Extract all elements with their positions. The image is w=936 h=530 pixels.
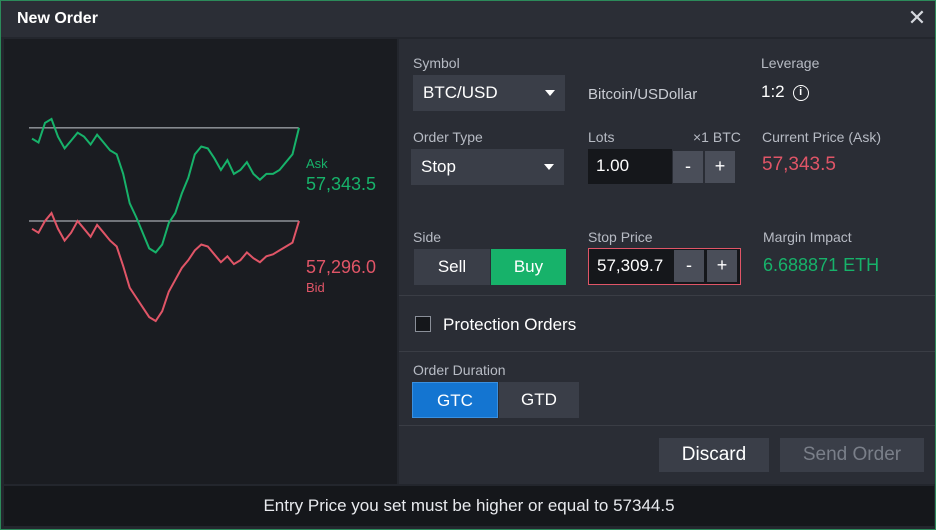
bid-price: 57,296.0 (306, 257, 377, 277)
symbol-label: Symbol (413, 55, 460, 71)
dialog-titlebar: New Order ✕ (1, 1, 935, 37)
buy-button[interactable]: Buy (491, 249, 566, 285)
leverage-text: 1:2 (761, 82, 785, 101)
current-price-value: 57,343.5 (762, 154, 836, 175)
divider (399, 351, 935, 352)
lots-unit: ×1 BTC (693, 129, 741, 145)
order-type-value: Stop (421, 157, 456, 176)
symbol-name: Bitcoin/USDollar (588, 86, 698, 103)
current-price-label: Current Price (Ask) (762, 129, 882, 145)
order-form: Symbol BTC/USD Bitcoin/USDollar Leverage… (399, 39, 935, 484)
validation-message: Entry Price you set must be higher or eq… (4, 486, 934, 526)
gtd-button[interactable]: GTD (499, 382, 579, 418)
bid-label: Bid (306, 280, 325, 295)
order-duration-label: Order Duration (413, 362, 506, 378)
discard-button[interactable]: Discard (659, 438, 769, 472)
bid-series-line (31, 211, 300, 323)
lots-increment-button[interactable]: + (705, 151, 735, 183)
lots-label: Lots (588, 129, 615, 145)
symbol-value: BTC/USD (423, 83, 498, 102)
margin-impact-label: Margin Impact (763, 229, 852, 245)
protection-orders-checkbox[interactable] (415, 316, 431, 332)
divider (399, 425, 935, 426)
leverage-value: 1:2 i (761, 82, 809, 102)
info-icon[interactable]: i (792, 85, 809, 101)
chevron-down-icon (544, 164, 554, 170)
sell-button[interactable]: Sell (414, 249, 490, 285)
ask-price: 57,343.5 (306, 174, 377, 194)
gtc-button[interactable]: GTC (412, 382, 498, 418)
lots-decrement-button[interactable]: - (673, 151, 703, 183)
stop-price-decrement-button[interactable]: - (674, 250, 704, 282)
chevron-down-icon (545, 90, 555, 96)
leverage-label: Leverage (761, 55, 820, 71)
order-type-select[interactable]: Stop (411, 149, 564, 185)
stop-price-field: 57,309.7 - + (588, 248, 741, 285)
margin-impact-value: 6.688871 ETH (763, 255, 880, 275)
lots-input[interactable]: 1.00 (588, 149, 672, 184)
side-label: Side (413, 229, 442, 245)
dialog-title: New Order (17, 10, 98, 27)
stop-price-input[interactable]: 57,309.7 (589, 249, 673, 283)
divider (399, 295, 935, 296)
price-chart: Ask 57,343.5 57,296.0 Bid (4, 39, 397, 484)
ask-label: Ask (306, 156, 328, 171)
stop-price-label: Stop Price (588, 229, 653, 245)
symbol-select[interactable]: BTC/USD (413, 75, 565, 111)
order-type-label: Order Type (413, 129, 483, 145)
protection-orders-label: Protection Orders (443, 315, 577, 334)
send-order-button[interactable]: Send Order (780, 438, 924, 472)
close-icon[interactable]: ✕ (905, 7, 929, 31)
stop-price-increment-button[interactable]: + (707, 250, 737, 282)
new-order-dialog: New Order ✕ Ask 57,343.5 57,296.0 Bid Sy… (0, 0, 936, 530)
